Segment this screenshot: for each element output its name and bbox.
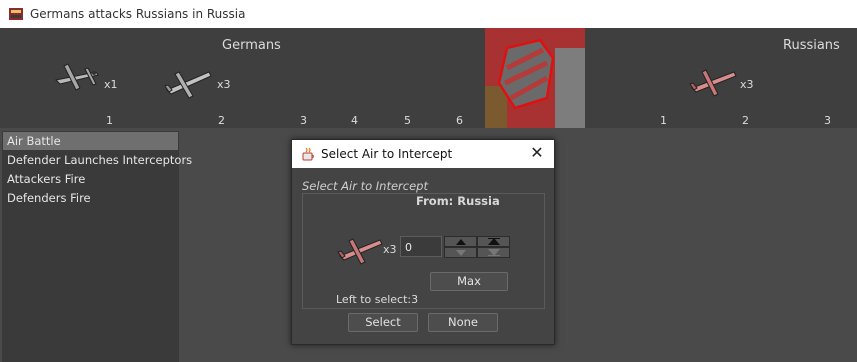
german-fighter-icon xyxy=(164,71,212,99)
window-title: Germans attacks Russians in Russia xyxy=(30,7,246,21)
select-air-dialog: Select Air to Intercept ✕ Select Air to … xyxy=(291,139,555,345)
defender-die-2: 2 xyxy=(742,114,749,127)
increment-max-button[interactable] xyxy=(477,236,510,247)
attacker-die-5: 5 xyxy=(404,114,411,127)
dialog-titlebar: Select Air to Intercept ✕ xyxy=(292,140,554,168)
territory-map xyxy=(485,28,585,128)
unit-count: x3 xyxy=(383,243,397,256)
step-item-defender-launches[interactable]: Defender Launches Interceptors xyxy=(3,151,192,169)
step-item-attackers-fire[interactable]: Attackers Fire xyxy=(3,170,178,188)
attacker-die-3: 3 xyxy=(300,114,307,127)
left-to-select-label: Left to select:3 xyxy=(336,293,419,306)
intercept-quantity-field[interactable]: 0 xyxy=(400,236,442,257)
defender-unit-count: x3 xyxy=(740,78,754,91)
arrow-down-icon xyxy=(455,249,466,256)
attacker-name: Germans xyxy=(222,38,281,53)
defender-unit-fighter: x3 xyxy=(688,64,758,106)
group-label: Select Air to Intercept xyxy=(302,179,428,193)
close-icon[interactable]: ✕ xyxy=(528,144,546,162)
attacker-unit-count: x3 xyxy=(217,78,231,91)
decrement-min-button[interactable] xyxy=(477,247,510,258)
arrow-up-icon xyxy=(455,238,466,245)
increment-button[interactable] xyxy=(444,236,477,247)
java-cup-icon xyxy=(302,147,314,161)
dialog-title: Select Air to Intercept xyxy=(321,147,453,161)
defender-name: Russians xyxy=(783,38,840,53)
battle-steps-list: Air Battle Defender Launches Interceptor… xyxy=(2,131,192,362)
step-item-air-battle[interactable]: Air Battle xyxy=(3,132,178,150)
defender-die-1: 1 xyxy=(660,114,667,127)
russian-fighter-icon xyxy=(689,69,737,97)
select-button[interactable]: Select xyxy=(348,313,418,332)
double-arrow-down-icon xyxy=(487,249,500,256)
attacker-unit-bomber: x1 xyxy=(50,58,120,100)
russian-fighter-icon xyxy=(337,238,383,265)
battle-panel: Germans Russians x1 x3 x3 1 2 3 4 5 6 1 … xyxy=(0,28,857,128)
none-button[interactable]: None xyxy=(428,313,498,332)
window-titlebar: Germans attacks Russians in Russia xyxy=(0,0,857,28)
attacker-unit-fighter: x3 xyxy=(163,64,233,106)
russia-territory-image xyxy=(485,28,585,128)
decrement-button[interactable] xyxy=(444,247,477,258)
attacker-unit-count: x1 xyxy=(104,78,118,91)
attacker-die-2: 2 xyxy=(218,114,225,127)
german-bomber-icon xyxy=(54,63,99,91)
step-item-defenders-fire[interactable]: Defenders Fire xyxy=(3,189,178,207)
attacker-die-6: 6 xyxy=(456,114,463,127)
from-label: From: Russia xyxy=(416,194,500,208)
max-button[interactable]: Max xyxy=(430,272,508,291)
double-arrow-up-icon xyxy=(487,238,500,245)
attacker-die-1: 1 xyxy=(106,114,113,127)
defender-die-3: 3 xyxy=(824,114,831,127)
game-flag-icon xyxy=(9,8,23,20)
attacker-die-4: 4 xyxy=(351,114,358,127)
